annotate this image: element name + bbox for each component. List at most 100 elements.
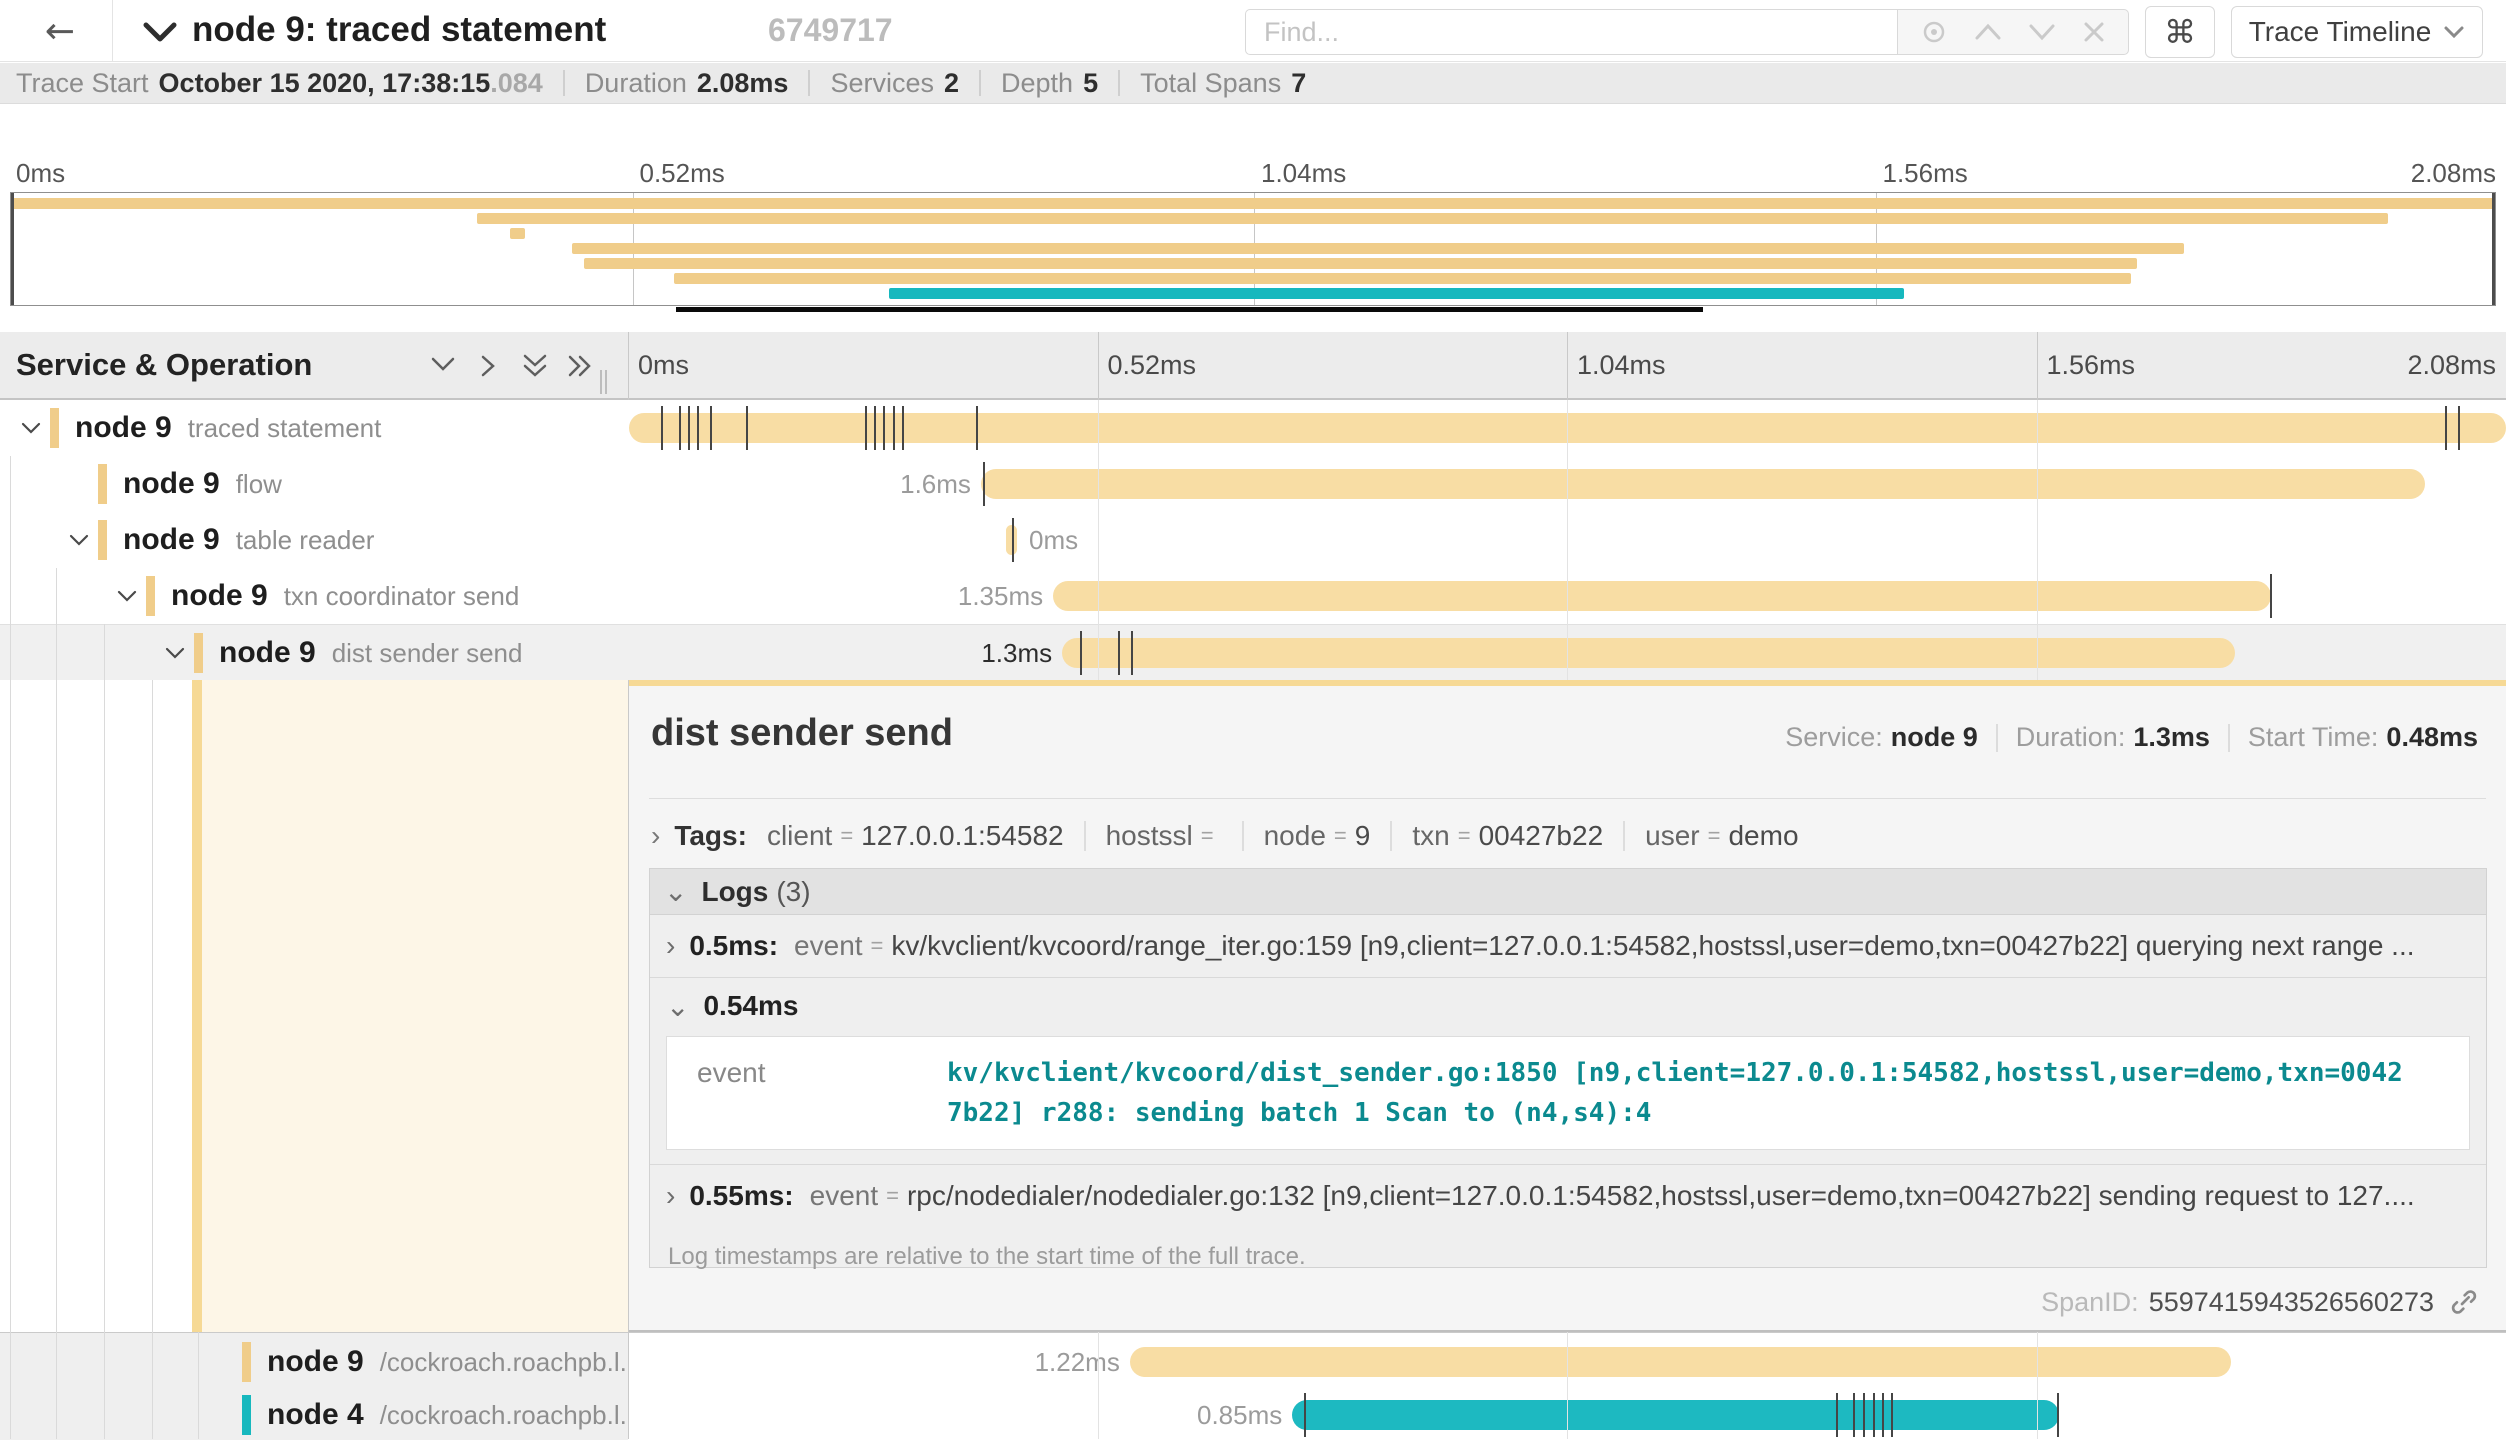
expand-chevron-icon[interactable] — [160, 625, 190, 681]
tag-equals: = — [1201, 823, 1214, 849]
next-match-icon[interactable] — [2027, 22, 2057, 42]
summary-divider — [979, 70, 981, 96]
expand-chevron-icon[interactable] — [16, 400, 46, 456]
timeline-gridline — [1567, 400, 1568, 680]
log-field-value: kv/kvclient/kvcoord/dist_sender.go:1850 … — [947, 1053, 2407, 1133]
minimap-left-handle[interactable] — [11, 193, 14, 305]
span-bar[interactable] — [1292, 1400, 2059, 1430]
page-title: node 9: traced statement — [192, 0, 606, 60]
log-marker-tick — [1882, 1393, 1884, 1437]
log-marker-tick — [1304, 1393, 1306, 1437]
tag-item: client=127.0.0.1:54582 — [767, 820, 1064, 852]
span-color-chip — [242, 1395, 251, 1435]
span-row[interactable]: node 9flow1.6ms — [0, 456, 2506, 512]
minimap-tick-label: 0.52ms — [640, 158, 725, 189]
log-event-detail: event kv/kvclient/kvcoord/dist_sender.go… — [666, 1036, 2470, 1150]
timeline-gridline — [2037, 1332, 2038, 1439]
tag-equals: = — [1334, 823, 1347, 849]
minimap-span-bar — [584, 258, 2137, 269]
span-detail-panel: dist sender send Service: node 9 Duratio… — [629, 680, 2506, 1332]
header-divider — [112, 0, 113, 62]
span-detail-title: dist sender send — [651, 712, 953, 755]
chevron-down-icon: ⌄ — [666, 990, 689, 1023]
timeline-gridline — [2037, 332, 2038, 400]
summary-item-value: 5 — [1083, 68, 1098, 99]
span-tree-cell: node 4/cockroach.roachpb.l... — [0, 1387, 628, 1443]
summary-item-value: 2.08ms — [697, 68, 789, 99]
expand-all-icon[interactable] — [566, 352, 594, 380]
collapse-title-icon[interactable] — [142, 21, 178, 43]
log-text: kv/kvclient/kvcoord/range_iter.go:159 [n… — [891, 930, 2414, 962]
span-color-chip — [146, 576, 155, 616]
view-select-button[interactable]: Trace Timeline — [2231, 6, 2483, 58]
collapse-one-icon[interactable] — [428, 352, 458, 376]
span-color-chip — [194, 633, 203, 673]
column-resizer-handle[interactable] — [600, 370, 612, 394]
summary-item-label: Total Spans — [1140, 68, 1281, 99]
span-row[interactable]: node 9dist sender send1.3ms — [0, 624, 2506, 680]
span-duration-label: 1.35ms — [958, 568, 1043, 624]
log-time: 0.54ms — [703, 990, 798, 1022]
span-row[interactable]: node 9/cockroach.roachpb.l...1.22ms — [0, 1334, 2506, 1388]
back-button[interactable]: ← — [30, 8, 90, 54]
log-marker-tick — [1863, 1393, 1865, 1437]
tag-key: hostssl — [1106, 820, 1193, 852]
summary-item-label: Duration — [585, 68, 687, 99]
expand-chevron-icon[interactable] — [112, 568, 142, 624]
top-bar: ← node 9: traced statement 6749717 ⌘ Tra… — [0, 0, 2506, 62]
log-marker-tick — [893, 406, 895, 450]
find-input[interactable] — [1245, 9, 1897, 55]
tree-guide-line — [10, 456, 11, 1439]
span-operation-name: txn coordinator send — [284, 581, 520, 612]
minimap-span-bar — [572, 243, 2184, 254]
clear-find-icon[interactable] — [2082, 20, 2106, 44]
span-operation-name: flow — [236, 469, 282, 500]
tags-row[interactable]: › Tags: client=127.0.0.1:54582hostssl=no… — [651, 814, 1799, 858]
log-marker-tick — [697, 406, 699, 450]
tag-key: client — [767, 820, 832, 852]
timeline-tick-label: 2.08ms — [2407, 332, 2496, 398]
selected-span-indent-area — [0, 680, 628, 1332]
span-color-chip — [242, 1342, 251, 1382]
logs-title: Logs — [701, 876, 768, 908]
logs-header[interactable]: ⌄ Logs (3) — [650, 869, 2486, 915]
span-row[interactable]: node 9 txn coordinator send 1.35ms — [0, 568, 2506, 624]
prev-match-icon[interactable] — [1973, 22, 2003, 42]
span-service-name: node 9 — [171, 579, 268, 613]
span-bar[interactable] — [981, 469, 2425, 499]
span-operation-name: table reader — [236, 525, 375, 556]
expand-chevron-icon[interactable] — [64, 512, 94, 568]
span-tree-cell: node 9/cockroach.roachpb.l... — [0, 1334, 628, 1390]
tag-divider — [1084, 821, 1086, 851]
log-marker-tick — [865, 406, 867, 450]
log-field-label: event — [697, 1053, 947, 1133]
log-entry[interactable]: › 0.5ms: event = kv/kvclient/kvcoord/ran… — [650, 915, 2486, 977]
minimap-canvas[interactable] — [10, 192, 2496, 306]
expand-one-icon[interactable] — [476, 352, 500, 380]
match-target-icon[interactable] — [1920, 18, 1948, 46]
log-marker-tick — [2445, 406, 2447, 450]
span-bar[interactable] — [1053, 581, 2271, 611]
summary-divider — [1118, 70, 1120, 96]
span-row[interactable]: node 4/cockroach.roachpb.l...0.85ms — [0, 1387, 2506, 1441]
log-marker-tick — [1873, 1393, 1875, 1437]
minimap-span-bar — [477, 213, 2388, 224]
span-bar[interactable] — [1062, 638, 2235, 668]
logs-count: (3) — [776, 876, 810, 908]
span-duration-label: 0ms — [1029, 512, 1078, 568]
link-icon[interactable] — [2434, 1286, 2480, 1318]
tag-value: 127.0.0.1:54582 — [861, 820, 1063, 852]
log-field: event — [810, 1180, 879, 1212]
span-bar[interactable] — [1130, 1347, 2231, 1377]
log-entry[interactable]: › 0.55ms: event = rpc/nodedialer/nodedia… — [650, 1165, 2486, 1227]
log-marker-tick — [2458, 406, 2460, 450]
log-entry-expanded-header[interactable]: ⌄ 0.54ms — [650, 978, 2486, 1034]
chevron-spacer — [64, 456, 94, 512]
span-row[interactable]: node 9traced statement — [0, 400, 2506, 456]
minimap-scrubber[interactable] — [676, 307, 1703, 312]
span-row[interactable]: node 9table reader0ms — [0, 512, 2506, 568]
log-marker-tick — [883, 406, 885, 450]
keyboard-shortcuts-button[interactable]: ⌘ — [2145, 6, 2215, 58]
minimap-right-handle[interactable] — [2492, 193, 2495, 305]
collapse-all-icon[interactable] — [520, 352, 550, 380]
